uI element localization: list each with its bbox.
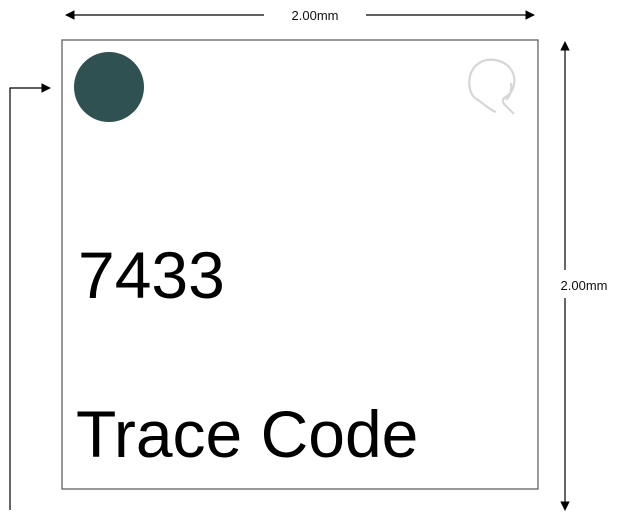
pin1-leader xyxy=(9,83,51,510)
height-dimension: 2.00mm xyxy=(560,41,608,511)
trace-code-marking: Trace Code xyxy=(76,397,418,471)
width-dimension-label: 2.00mm xyxy=(292,8,339,23)
width-dimension: 2.00mm xyxy=(65,8,535,23)
pin1-leader-line xyxy=(9,83,51,510)
package-marking-diagram: 2.00mm 2.00mm 7433 Trace Code xyxy=(9,8,608,511)
height-dimension-label: 2.00mm xyxy=(561,278,608,293)
pin1-indicator-dot xyxy=(74,52,144,122)
part-number-marking: 7433 xyxy=(78,238,225,312)
